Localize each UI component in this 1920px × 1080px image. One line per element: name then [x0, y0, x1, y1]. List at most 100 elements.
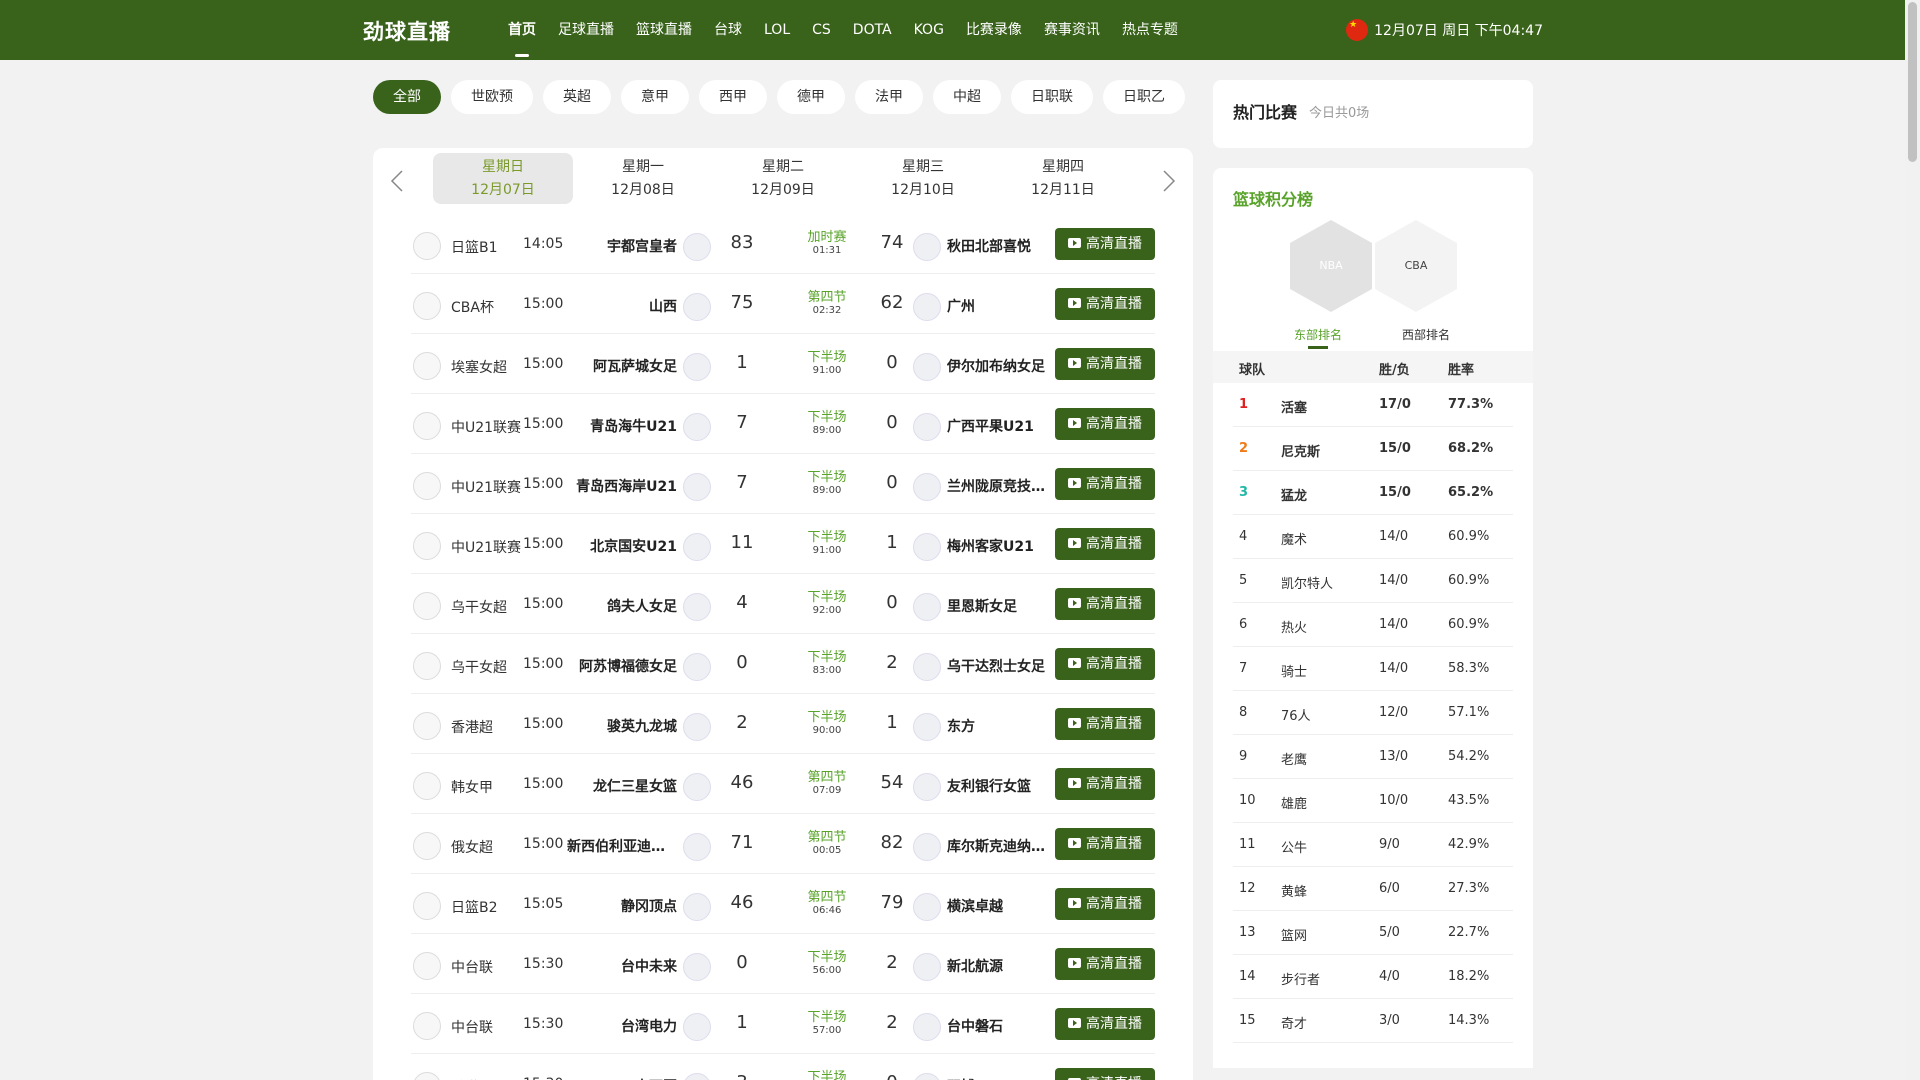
match-row[interactable]: 中U21联赛15:00 青岛西海岸U21 7 下半场89:00 0 兰州陇原竞技U21 高清… — [411, 454, 1155, 514]
filter-chip[interactable]: 日职乙 — [1103, 80, 1185, 114]
away-team-logo-icon — [913, 893, 941, 921]
hd-live-button[interactable]: 高清直播 — [1055, 348, 1155, 380]
filter-chip[interactable]: 日职联 — [1011, 80, 1093, 114]
prev-arrow-icon[interactable] — [383, 166, 413, 196]
hd-live-button[interactable]: 高清直播 — [1055, 288, 1155, 320]
scrollbar-thumb[interactable] — [1908, 2, 1917, 162]
hd-live-button[interactable]: 高清直播 — [1055, 528, 1155, 560]
league-name[interactable]: 俄女超 — [451, 837, 493, 857]
standings-row[interactable]: 9 老鹰 13/0 54.2% — [1233, 735, 1513, 779]
filter-chip[interactable]: 英超 — [543, 80, 611, 114]
standings-row[interactable]: 6 热火 14/0 60.9% — [1233, 603, 1513, 647]
day-tab-thursday[interactable]: 星期四 12月11日 — [993, 153, 1133, 204]
filter-chip[interactable]: 西甲 — [699, 80, 767, 114]
hd-live-button[interactable]: 高清直播 — [1055, 1008, 1155, 1040]
match-row[interactable]: 中台联 15:30 台湾电力 1 下半场 57:00 2 台中磐石 高清直播 — [411, 994, 1155, 1054]
cba-logo-tab[interactable]: CBA — [1375, 220, 1457, 312]
league-name[interactable]: 乌干女超 — [451, 657, 507, 677]
match-row[interactable]: 乌干女超 15:00 阿苏博福德女足 0 下半场 83:00 2 乌干达烈士女足 高清直播 — [411, 634, 1155, 694]
match-row[interactable]: 香港超 15:00 骏英九龙城 2 下半场 90:00 1 东方 高清直播 — [411, 694, 1155, 754]
hd-live-button[interactable]: 高清直播 — [1055, 228, 1155, 260]
match-row[interactable]: 中台联 15:30 台中未来 0 下半场 56:00 2 新北航源 高清直播 — [411, 934, 1155, 994]
league-name[interactable]: 中U21联赛 — [451, 537, 521, 557]
league-name[interactable]: 香港超 — [451, 717, 493, 737]
match-row[interactable]: 韩女甲 15:00 龙仁三星女篮 46 第四节 07:09 54 友利银行女篮 高清直播 — [411, 754, 1155, 814]
home-team-logo-icon — [683, 893, 711, 921]
live-button-label: 高清直播 — [1086, 956, 1142, 972]
match-row[interactable]: 中U21联赛 15:00 青岛海牛U21 7 下半场 89:00 0 广西平果U21 高清直播 — [411, 394, 1155, 454]
match-row[interactable]: 香港甲15:30中西区3下半场0双博高清直播 — [411, 1054, 1155, 1080]
league-name[interactable]: 韩女甲 — [451, 777, 493, 797]
hd-live-button[interactable]: 高清直播 — [1055, 408, 1155, 440]
filter-chip[interactable]: 意甲 — [621, 80, 689, 114]
match-row[interactable]: 乌干女超 15:00 鸽夫人女足 4 下半场 92:00 0 里恩斯女足 高清直播 — [411, 574, 1155, 634]
league-name[interactable]: 中U21联赛 — [451, 477, 521, 497]
nav-item-news[interactable]: 赛事资讯 — [1033, 0, 1111, 60]
league-name[interactable]: 乌干女超 — [451, 597, 507, 617]
hd-live-button[interactable]: 高清直播 — [1055, 888, 1155, 920]
filter-chip[interactable]: 中超 — [933, 80, 1001, 114]
league-name[interactable]: CBA杯 — [451, 297, 494, 317]
east-conference-tab[interactable]: 东部排名 — [1294, 326, 1342, 349]
nav-item-basketball[interactable]: 篮球直播 — [625, 0, 703, 60]
nav-item-billiards[interactable]: 台球 — [703, 0, 753, 60]
match-row[interactable]: 日篮B2 15:05 静冈顶点 46 第四节 06:46 79 横滨卓越 高清直播 — [411, 874, 1155, 934]
day-tab-sunday[interactable]: 星期日 12月07日 — [433, 153, 573, 204]
league-name[interactable]: 日篮B2 — [451, 897, 498, 917]
filter-chip[interactable]: 世欧预 — [451, 80, 533, 114]
match-row[interactable]: 俄女超 15:00新西伯利亚迪纳摩女篮 71 第四节00:05 82 库尔斯克迪纳摩女篮 高… — [411, 814, 1155, 874]
nav-item-home[interactable]: 首页 — [497, 0, 547, 60]
match-row[interactable]: 日篮B1 14:05 宇都宫皇者 83 加时赛 01:31 74 秋田北部喜悦 高清直播 — [411, 214, 1155, 274]
standings-row[interactable]: 14 步行者 4/0 18.2% — [1233, 955, 1513, 999]
league-logo-icon — [413, 532, 441, 560]
hd-live-button[interactable]: 高清直播 — [1055, 588, 1155, 620]
league-name[interactable]: 中U21联赛 — [451, 417, 521, 437]
standings-row[interactable]: 11 公牛 9/0 42.9% — [1233, 823, 1513, 867]
nav-item-cs[interactable]: CS — [801, 0, 842, 60]
day-tab-wednesday[interactable]: 星期三 12月10日 — [853, 153, 993, 204]
hd-live-button[interactable]: 高清直播 — [1055, 768, 1155, 800]
nav-item-topics[interactable]: 热点专题 — [1111, 0, 1189, 60]
standings-row[interactable]: 5 凯尔特人 14/0 60.9% — [1233, 559, 1513, 603]
league-name[interactable]: 日篮B1 — [451, 237, 498, 257]
league-name[interactable]: 中台联 — [451, 1017, 493, 1037]
standings-row[interactable]: 4 魔术 14/0 60.9% — [1233, 515, 1513, 559]
standings-row[interactable]: 10 雄鹿 10/0 43.5% — [1233, 779, 1513, 823]
day-tab-monday[interactable]: 星期一 12月08日 — [573, 153, 713, 204]
filter-chip-all[interactable]: 全部 — [373, 80, 441, 114]
match-row[interactable]: CBA杯 15:00 山西 75 第四节 02:32 62 广州 高清直播 — [411, 274, 1155, 334]
standings-row[interactable]: 3 猛龙 15/0 65.2% — [1233, 471, 1513, 515]
nav-item-lol[interactable]: LOL — [753, 0, 801, 60]
nba-logo-tab[interactable]: NBA — [1290, 220, 1372, 312]
standings-row[interactable]: 13 篮网 5/0 22.7% — [1233, 911, 1513, 955]
standings-row[interactable]: 8 76人 12/0 57.1% — [1233, 691, 1513, 735]
nav-item-dota[interactable]: DOTA — [842, 0, 903, 60]
match-row[interactable]: 中U21联赛 15:00 北京国安U21 11 下半场 91:00 1 梅州客家U21 高清直播 — [411, 514, 1155, 574]
standings-row[interactable]: 1 活塞 17/0 77.3% — [1233, 383, 1513, 427]
match-time: 15:00 — [523, 356, 564, 372]
site-logo[interactable]: 劲球直播 — [363, 16, 451, 46]
standings-header: 球队 胜/负 胜率 — [1213, 351, 1533, 383]
hd-live-button[interactable]: 高清直播 — [1055, 828, 1155, 860]
nav-item-football[interactable]: 足球直播 — [547, 0, 625, 60]
page-scrollbar[interactable] — [1905, 0, 1920, 1080]
hd-live-button[interactable]: 高清直播 — [1055, 468, 1155, 500]
hd-live-button[interactable]: 高清直播 — [1055, 1068, 1155, 1080]
filter-chip[interactable]: 法甲 — [855, 80, 923, 114]
standings-row[interactable]: 12 黄蜂 6/0 27.3% — [1233, 867, 1513, 911]
match-row[interactable]: 埃塞女超 15:00 阿瓦萨城女足 1 下半场 91:00 0 伊尔加布纳女足 高清直播 — [411, 334, 1155, 394]
standings-row[interactable]: 15 奇才 3/0 14.3% — [1233, 999, 1513, 1043]
nav-item-kog[interactable]: KOG — [903, 0, 955, 60]
filter-chip[interactable]: 德甲 — [777, 80, 845, 114]
hd-live-button[interactable]: 高清直播 — [1055, 708, 1155, 740]
standings-row[interactable]: 7 骑士 14/0 58.3% — [1233, 647, 1513, 691]
league-name[interactable]: 埃塞女超 — [451, 357, 507, 377]
league-name[interactable]: 中台联 — [451, 957, 493, 977]
day-tab-tuesday[interactable]: 星期二 12月09日 — [713, 153, 853, 204]
hd-live-button[interactable]: 高清直播 — [1055, 948, 1155, 980]
standings-row[interactable]: 2 尼克斯 15/0 68.2% — [1233, 427, 1513, 471]
hd-live-button[interactable]: 高清直播 — [1055, 648, 1155, 680]
next-arrow-icon[interactable] — [1153, 166, 1183, 196]
nav-item-replays[interactable]: 比赛录像 — [955, 0, 1033, 60]
west-conference-tab[interactable]: 西部排名 — [1402, 326, 1450, 343]
